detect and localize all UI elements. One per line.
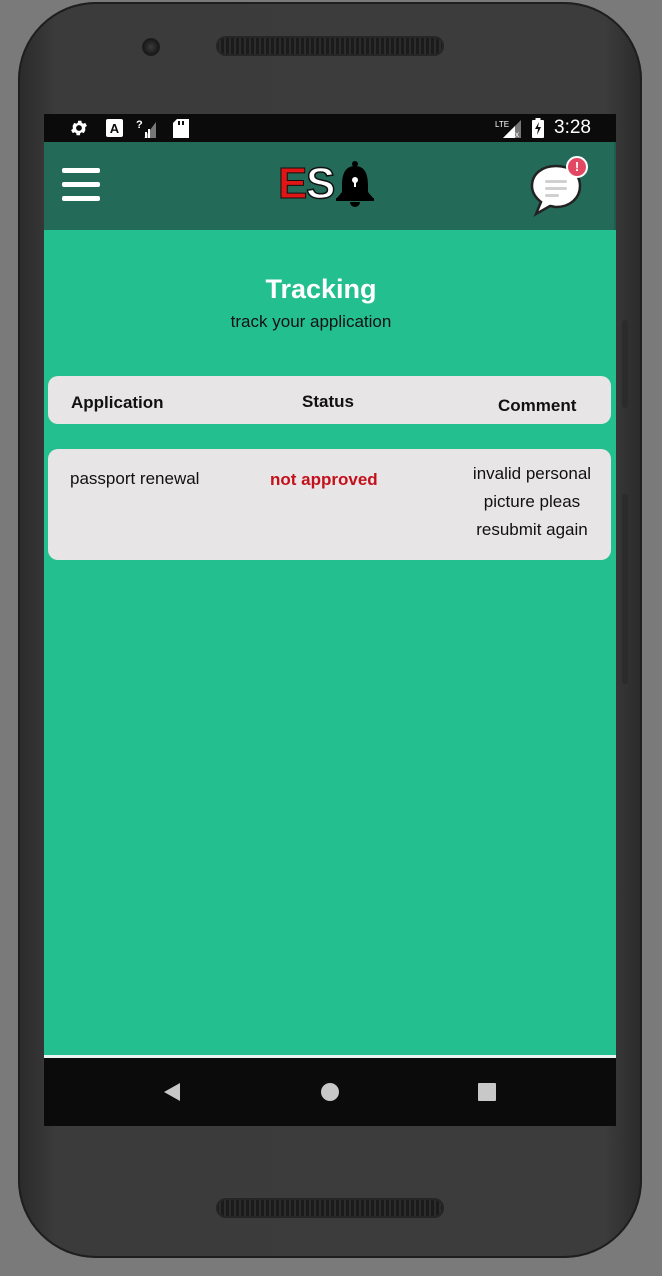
bottom-speaker bbox=[216, 1198, 444, 1218]
page-subtitle: track your application bbox=[230, 312, 392, 331]
badge-text: ! bbox=[574, 159, 580, 174]
font-a-icon: A bbox=[104, 118, 124, 138]
application-name: passport renewal bbox=[70, 469, 200, 488]
settings-icon bbox=[68, 118, 90, 138]
svg-text:A: A bbox=[109, 121, 119, 136]
svg-text:?: ? bbox=[136, 119, 143, 131]
page-title: Tracking bbox=[265, 274, 377, 304]
table-header: Application Status Comment bbox=[48, 376, 611, 424]
comment-line: invalid personal bbox=[472, 464, 592, 483]
app-bar: E S ! bbox=[44, 142, 616, 230]
hamburger-menu-icon[interactable] bbox=[62, 168, 100, 202]
sd-card-icon bbox=[172, 118, 190, 138]
comment-line: resubmit again bbox=[476, 520, 588, 539]
home-circle-icon[interactable] bbox=[320, 1082, 340, 1107]
front-camera bbox=[142, 38, 160, 56]
lte-signal-icon: LTE x bbox=[494, 118, 524, 138]
recents-square-icon[interactable] bbox=[478, 1083, 496, 1106]
chat-button[interactable]: ! bbox=[528, 156, 588, 220]
header-status: Status bbox=[302, 392, 354, 411]
screen: A ? LTE x 3:28 E S ! Tracking track your… bbox=[44, 114, 616, 1126]
comment-line: picture pleas bbox=[483, 492, 581, 511]
battery-charging-icon bbox=[530, 118, 546, 138]
bell-icon bbox=[334, 160, 376, 213]
power-button bbox=[622, 320, 628, 408]
system-nav-bar bbox=[44, 1058, 616, 1126]
tracking-page: Tracking track your application Applicat… bbox=[44, 230, 616, 1056]
comment-text: invalid personal picture pleas resubmit … bbox=[457, 460, 607, 544]
status-time: 3:28 bbox=[554, 117, 591, 138]
volume-button bbox=[622, 494, 628, 684]
top-speaker bbox=[216, 36, 444, 56]
table-row[interactable]: passport renewal not approved invalid pe… bbox=[48, 449, 611, 560]
logo-letter-e: E bbox=[277, 159, 308, 208]
svg-text:x: x bbox=[515, 130, 519, 138]
status-badge: not approved bbox=[270, 470, 378, 489]
header-application: Application bbox=[71, 393, 164, 412]
logo-letter-s: S bbox=[305, 159, 336, 208]
svg-text:LTE: LTE bbox=[495, 120, 509, 129]
status-bar: A ? LTE x 3:28 bbox=[44, 114, 616, 142]
header-comment: Comment bbox=[498, 396, 577, 415]
back-triangle-icon[interactable] bbox=[162, 1082, 182, 1107]
signal-unknown-icon: ? bbox=[136, 118, 158, 138]
app-logo: E S bbox=[277, 159, 378, 213]
notification-badge: ! bbox=[566, 156, 588, 178]
